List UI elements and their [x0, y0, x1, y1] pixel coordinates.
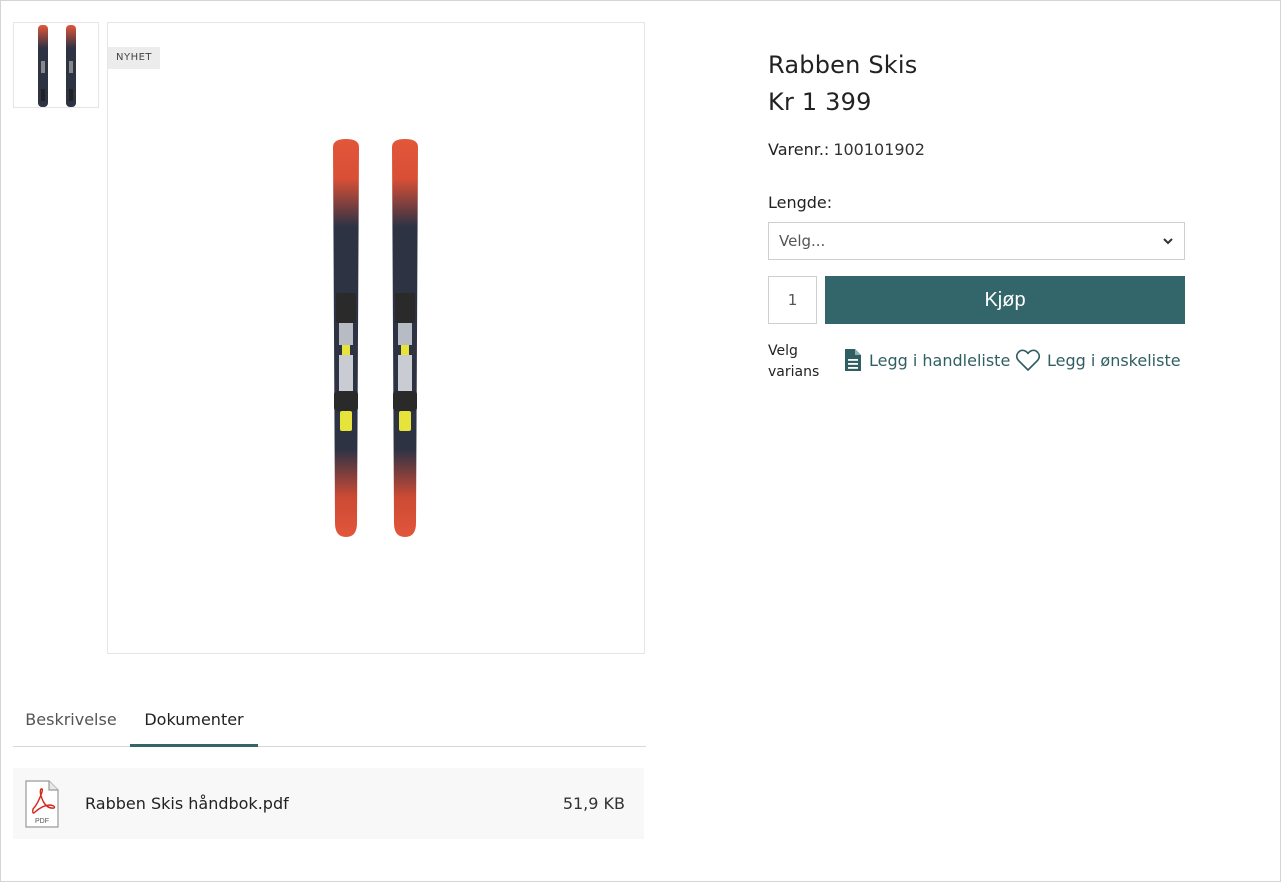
add-to-shopping-list-link[interactable]: Legg i handleliste [843, 348, 1010, 372]
pdf-label: PDF [35, 818, 49, 825]
variant-label: Lengde: [768, 193, 833, 212]
chevron-down-icon [1163, 238, 1173, 245]
product-thumbnail[interactable] [13, 22, 99, 108]
tab-dokumenter[interactable]: Dokumenter [130, 696, 258, 747]
product-tabs: Beskrivelse Dokumenter [13, 696, 646, 747]
document-list-icon [845, 349, 861, 371]
product-main-image[interactable]: NYHET [107, 22, 645, 654]
select-variant-hint: Velg varians [768, 343, 820, 380]
sku-label: Varenr.: [768, 140, 830, 159]
pdf-file-icon: PDF [25, 780, 59, 828]
skis-thumbnail-image [38, 25, 76, 107]
document-name: Rabben Skis håndbok.pdf [85, 794, 289, 813]
shopping-list-label: Legg i handleliste [869, 350, 1011, 370]
tab-beskrivelse[interactable]: Beskrivelse [13, 696, 129, 747]
product-price: Kr 1 399 [768, 88, 872, 116]
product-title: Rabben Skis [768, 51, 918, 79]
buy-button[interactable]: Kjøp [825, 276, 1185, 324]
quantity-input[interactable]: 1 [768, 276, 817, 324]
right-ski [392, 139, 418, 537]
sku-value: 100101902 [833, 140, 925, 159]
add-to-wishlist-link[interactable]: Legg i ønskeliste [1015, 348, 1181, 372]
length-select[interactable]: Velg... [768, 222, 1185, 260]
length-select-value: Velg... [779, 232, 826, 250]
heart-icon [1015, 349, 1041, 371]
document-row[interactable]: PDF Rabben Skis håndbok.pdf 51,9 KB [13, 768, 644, 839]
document-size: 51,9 KB [562, 794, 625, 813]
left-ski [333, 139, 359, 537]
sku-line: Varenr.: 100101902 [768, 140, 925, 159]
skis-image [333, 139, 418, 537]
wishlist-label: Legg i ønskeliste [1047, 350, 1181, 370]
